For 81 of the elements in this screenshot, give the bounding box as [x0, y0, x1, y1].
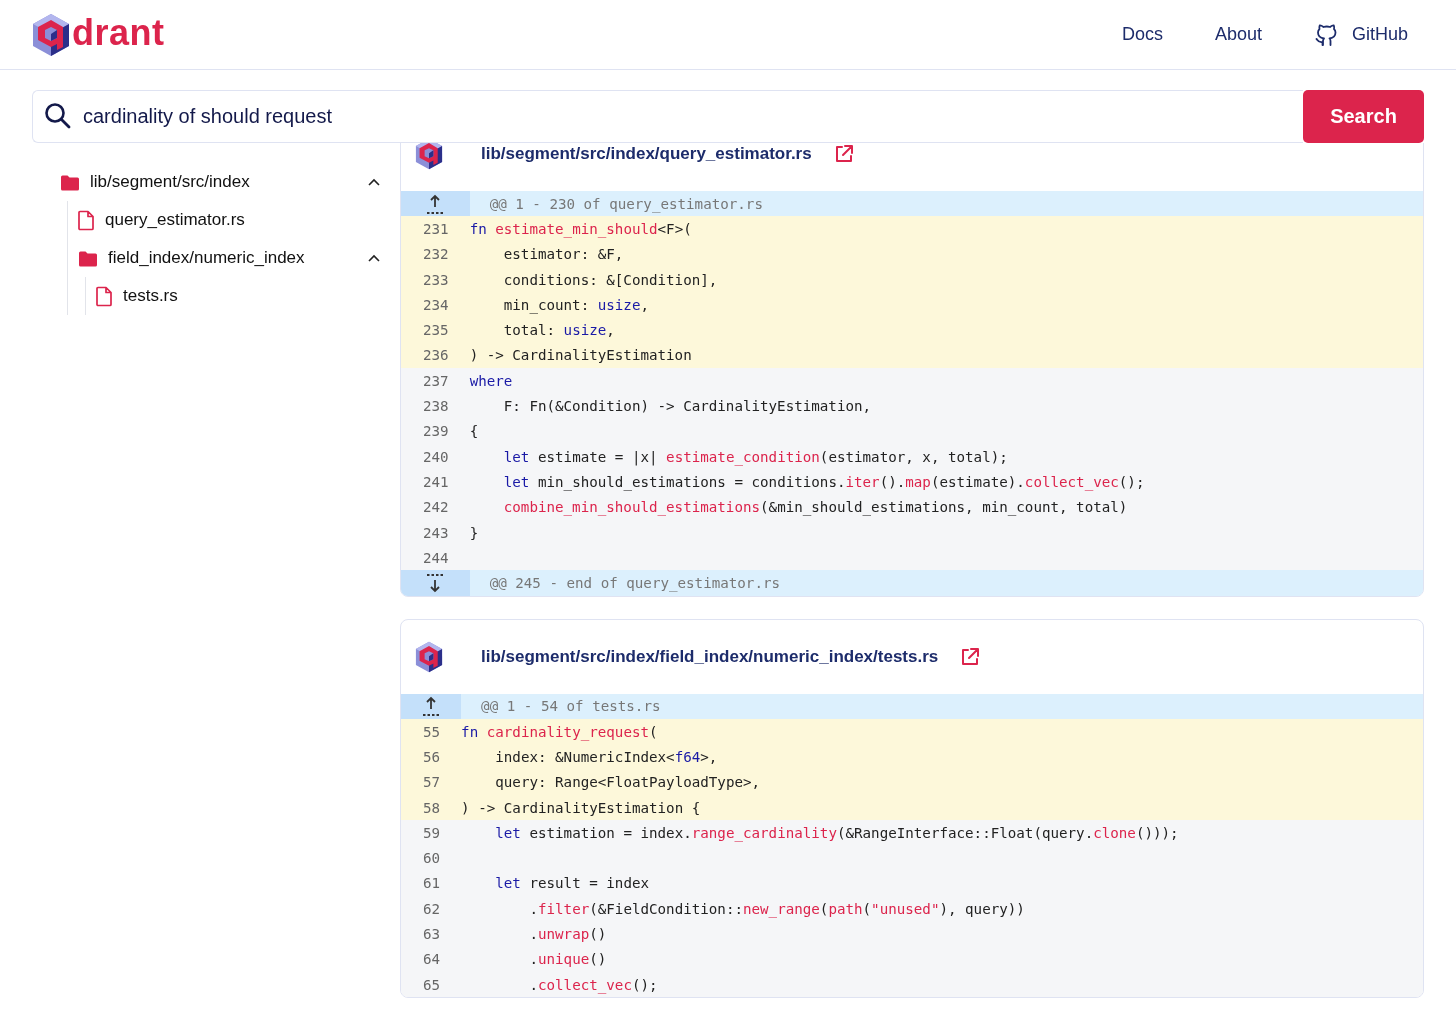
code-line: ) -> CardinalityEstimation {	[461, 794, 1423, 821]
line-number: 243	[401, 519, 470, 546]
code-line: total: usize,	[469, 317, 1423, 343]
line-number: 65	[401, 972, 462, 998]
folder-icon	[60, 173, 80, 191]
logo-icon	[32, 12, 70, 57]
folder-name[interactable]: field_index/numeric_index	[108, 248, 358, 268]
file-path-link[interactable]: lib/segment/src/index/query_estimator.rs	[481, 144, 812, 164]
code-line: }	[469, 519, 1423, 546]
code-line: let result = index	[461, 870, 1423, 897]
code-line: .filter(&FieldCondition::new_range(path("unused"), query))	[461, 896, 1423, 922]
hunk-header: @@ 1 - 230 of query_estimator.rs	[469, 191, 1423, 217]
code-line: ) -> CardinalityEstimation	[469, 342, 1423, 369]
expand-down-icon	[426, 573, 445, 594]
search-button[interactable]: Search	[1303, 90, 1424, 143]
code-line: let estimation = index.range_cardinality(&RangeInterface::Float(query.clone()));	[461, 820, 1423, 846]
line-number: 58	[401, 794, 462, 821]
code-line: F: Fn(&Condition) -> CardinalityEstimation,	[469, 393, 1423, 419]
line-number: 231	[401, 216, 470, 242]
github-icon	[1313, 22, 1338, 47]
file-name[interactable]: tests.rs	[123, 286, 380, 306]
nav-link[interactable]: Docs	[1121, 24, 1163, 45]
search-field[interactable]: cardinality of should request	[32, 90, 1303, 143]
expand-button[interactable]	[401, 570, 470, 596]
hunk-header: @@ 245 - end of query_estimator.rs	[469, 570, 1423, 596]
external-link-icon[interactable]	[960, 646, 981, 667]
code-line: where	[469, 368, 1423, 394]
code-line: conditions: &[Condition],	[469, 266, 1423, 293]
expand-up-icon	[426, 193, 445, 214]
line-number: 233	[401, 266, 470, 293]
line-number: 240	[401, 443, 470, 470]
code-line: min_count: usize,	[469, 292, 1423, 318]
external-link-icon[interactable]	[833, 144, 854, 164]
file-path-link[interactable]: lib/segment/src/index/field_index/numeric_index/tests.rs	[481, 646, 939, 667]
line-number: 234	[401, 292, 470, 318]
line-number: 241	[401, 469, 470, 495]
line-number: 56	[401, 744, 462, 770]
line-number: 62	[401, 896, 462, 922]
line-number: 55	[401, 719, 462, 745]
code-line: index: &NumericIndex<f64>,	[461, 744, 1423, 770]
line-number: 57	[401, 769, 462, 795]
line-number: 244	[401, 545, 470, 571]
expand-button[interactable]	[401, 191, 470, 217]
search-icon	[44, 102, 72, 130]
expand-button[interactable]	[401, 693, 462, 720]
code-line: {	[469, 418, 1423, 444]
folder-icon	[78, 249, 98, 267]
line-number: 59	[401, 820, 462, 846]
expand-up-icon	[422, 696, 441, 717]
code-line: let min_should_estimations = conditions.iter().map(estimate).collect_vec();	[469, 469, 1423, 495]
code-line: let estimate = |x| estimate_condition(estimator, x, total);	[469, 443, 1423, 470]
code-line: .unique()	[461, 946, 1423, 972]
folder-name[interactable]: lib/segment/src/index	[90, 172, 358, 192]
line-number: 237	[401, 368, 470, 394]
line-number: 61	[401, 870, 462, 897]
line-number: 63	[401, 921, 462, 947]
file-icon	[78, 209, 95, 231]
code-line: combine_min_should_estimations(&min_should_estimations, min_count, total)	[469, 494, 1423, 520]
logo-icon	[415, 640, 443, 673]
line-number: 238	[401, 393, 470, 419]
line-number: 232	[401, 241, 470, 267]
line-number: 239	[401, 418, 470, 444]
file-name[interactable]: query_estimator.rs	[105, 210, 380, 230]
line-number: 235	[401, 317, 470, 343]
collapse-icon[interactable]	[368, 253, 380, 263]
logo-wordmark[interactable]: drant	[72, 11, 165, 54]
code-line: query: Range<FloatPayloadType>,	[461, 769, 1423, 795]
code-line: .unwrap()	[461, 921, 1423, 947]
code-line: fn cardinality_request(	[461, 719, 1423, 745]
code-line: fn estimate_min_should<F>(	[469, 216, 1423, 242]
line-number: 60	[401, 845, 462, 871]
nav-link[interactable]: About	[1214, 24, 1262, 45]
code-line: .collect_vec();	[461, 972, 1423, 998]
github-link[interactable]: GitHub	[1313, 22, 1408, 47]
line-number: 236	[401, 342, 470, 369]
line-number: 242	[401, 494, 470, 520]
collapse-icon[interactable]	[368, 177, 380, 187]
code-line: estimator: &F,	[469, 241, 1423, 267]
file-icon	[96, 285, 113, 307]
line-number: 64	[401, 946, 462, 972]
hunk-header: @@ 1 - 54 of tests.rs	[461, 693, 1423, 720]
